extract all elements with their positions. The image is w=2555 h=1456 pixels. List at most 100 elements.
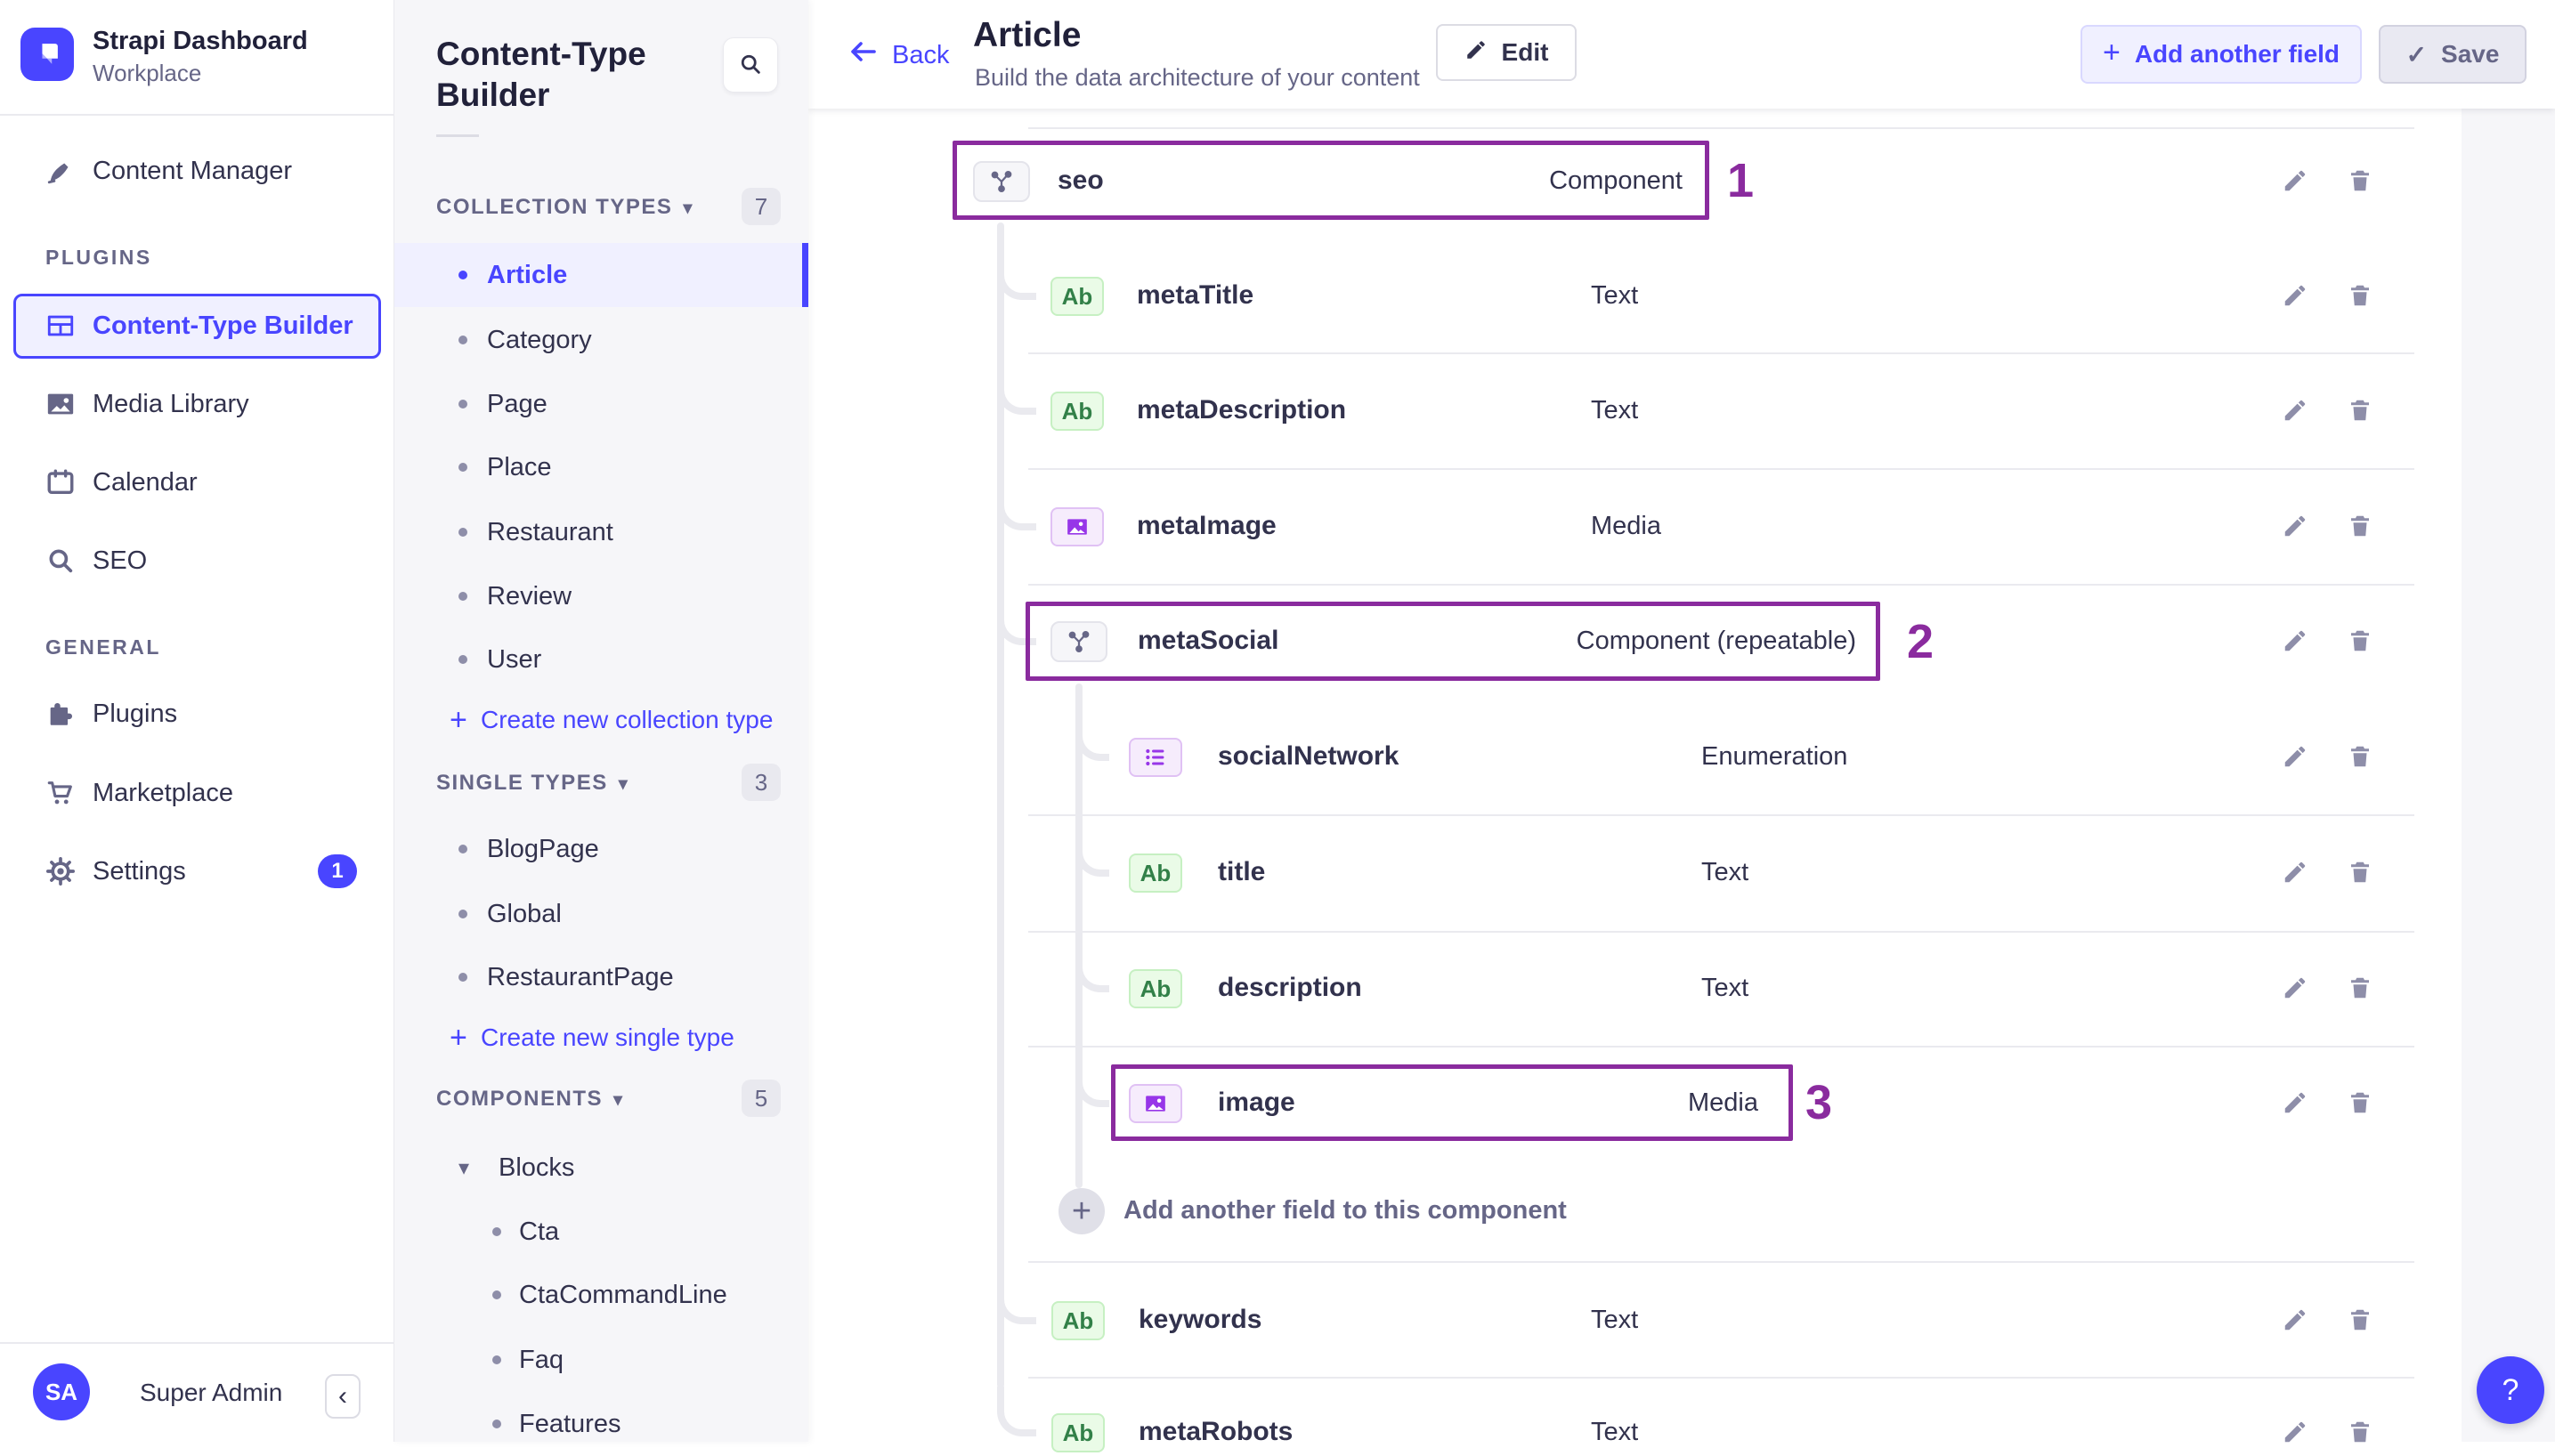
panel-item-restaurant[interactable]: Restaurant (394, 500, 808, 564)
bullet-icon (458, 973, 467, 982)
panel-title: Content-Type Builder (436, 36, 646, 113)
add-another-field-button[interactable]: + Add another field (2080, 25, 2362, 84)
edit-field-icon[interactable] (2282, 1089, 2308, 1116)
row-divider (1028, 1046, 2414, 1048)
collection-types-count: 7 (742, 188, 781, 225)
save-button[interactable]: ✓ Save (2379, 25, 2527, 84)
field-type: Text (1591, 1306, 1639, 1334)
panel-item-user[interactable]: User (394, 627, 808, 692)
panel-item-faq[interactable]: Faq (394, 1328, 808, 1392)
field-name: metaRobots (1139, 1417, 1294, 1446)
single-types-header[interactable]: SINGLE TYPES ▾ (436, 771, 629, 796)
content-type-builder-panel: Content-Type Builder COLLECTION TYPES ▾ 7… (394, 0, 808, 1442)
add-field-to-component-label[interactable]: Add another field to this component (1123, 1196, 1567, 1225)
bullet-icon (458, 592, 467, 601)
panel-item-article[interactable]: Article (394, 243, 808, 307)
sidebar-item-marketplace[interactable]: Marketplace (0, 761, 394, 825)
edit-field-icon[interactable] (2282, 282, 2308, 309)
panel-item-page[interactable]: Page (394, 372, 808, 436)
sidebar-item-content-type-builder[interactable]: Content-Type Builder (0, 294, 394, 358)
field-name: keywords (1139, 1305, 1262, 1334)
panel-item-ctacommandline[interactable]: CtaCommandLine (394, 1263, 808, 1327)
bullet-icon (458, 271, 467, 279)
tree-elbow (997, 1387, 1036, 1436)
edit-button[interactable]: Edit (1436, 24, 1577, 81)
edit-field-icon[interactable] (2282, 1306, 2308, 1333)
delete-field-icon[interactable] (2347, 282, 2373, 309)
sidebar-item-media-library[interactable]: Media Library (0, 372, 394, 436)
panel-group-blocks[interactable]: ▾ Blocks (394, 1136, 808, 1200)
add-field-to-component-button[interactable]: + (1058, 1188, 1105, 1234)
edit-field-icon[interactable] (2282, 975, 2308, 1001)
single-types-count: 3 (742, 764, 781, 801)
sidebar-item-content-manager[interactable]: Content Manager (0, 139, 394, 203)
panel-item-review[interactable]: Review (394, 564, 808, 628)
edit-field-icon[interactable] (2282, 859, 2308, 886)
sidebar-item-label: Content-Type Builder (93, 311, 353, 340)
plus-icon: + (1071, 1192, 1092, 1230)
text-field-icon: Ab (1050, 392, 1104, 431)
delete-field-icon[interactable] (2347, 859, 2373, 886)
edit-field-icon[interactable] (2282, 743, 2308, 770)
panel-item-cta[interactable]: Cta (394, 1200, 808, 1264)
panel-item-blogpage[interactable]: BlogPage (394, 817, 808, 881)
sidebar-item-plugins[interactable]: Plugins (0, 682, 394, 746)
page-title: Article (973, 16, 1082, 54)
sidebar-collapse-button[interactable]: ‹ (325, 1374, 361, 1419)
field-name: socialNetwork (1218, 741, 1399, 771)
edit-field-icon[interactable] (2282, 513, 2308, 539)
field-type: Component (1549, 166, 1683, 195)
components-header[interactable]: COMPONENTS ▾ (436, 1087, 624, 1112)
bullet-icon (458, 463, 467, 472)
delete-field-icon[interactable] (2347, 513, 2373, 539)
tree-trunk-metasocial (1075, 684, 1083, 1188)
panel-item-restaurantpage[interactable]: RestaurantPage (394, 945, 808, 1009)
text-field-icon: Ab (1129, 969, 1182, 1008)
help-button[interactable]: ? (2477, 1356, 2544, 1424)
bullet-icon (458, 336, 467, 344)
delete-field-icon[interactable] (2347, 975, 2373, 1001)
collection-types-header[interactable]: COLLECTION TYPES ▾ (436, 195, 694, 220)
panel-item-global[interactable]: Global (394, 882, 808, 946)
text-field-icon: Ab (1050, 277, 1104, 316)
row-divider (1028, 468, 2414, 470)
edit-field-icon[interactable] (2282, 397, 2308, 424)
field-name: seo (1058, 166, 1104, 195)
sidebar-item-label: Settings (93, 856, 186, 886)
panel-search-button[interactable] (723, 37, 778, 93)
user-name: Super Admin (140, 1379, 283, 1406)
edit-field-icon[interactable] (2282, 167, 2308, 194)
field-type: Text (1591, 1418, 1639, 1446)
delete-field-icon[interactable] (2347, 167, 2373, 194)
sidebar-item-calendar[interactable]: Calendar (0, 450, 394, 514)
media-field-icon (1129, 1084, 1182, 1123)
user-avatar[interactable]: SA (33, 1363, 90, 1420)
active-item-indicator (802, 243, 808, 307)
panel-item-place[interactable]: Place (394, 435, 808, 499)
delete-field-icon[interactable] (2347, 1306, 2373, 1333)
search-icon (738, 52, 763, 79)
back-link[interactable]: Back (848, 36, 949, 75)
delete-field-icon[interactable] (2347, 743, 2373, 770)
sidebar-item-label: SEO (93, 546, 148, 575)
create-single-type-link[interactable]: + Create new single type (394, 1009, 808, 1066)
delete-field-icon[interactable] (2347, 397, 2373, 424)
row-divider (1028, 814, 2414, 816)
sidebar-item-seo[interactable]: SEO (0, 529, 394, 593)
component-field-icon (973, 161, 1030, 202)
edit-field-icon[interactable] (2282, 627, 2308, 654)
delete-field-icon[interactable] (2347, 1089, 2373, 1116)
bullet-icon (458, 528, 467, 537)
delete-field-icon[interactable] (2347, 627, 2373, 654)
create-collection-type-link[interactable]: + Create new collection type (394, 692, 808, 748)
arrow-left-icon (848, 36, 880, 75)
panel-item-category[interactable]: Category (394, 308, 808, 372)
field-name: metaImage (1137, 511, 1277, 540)
bullet-icon (458, 910, 467, 918)
sidebar-footer-divider (0, 1342, 394, 1344)
media-library-icon (45, 389, 76, 419)
component-field-icon (1050, 621, 1107, 662)
panel-item-features[interactable]: Features (394, 1392, 808, 1456)
workspace-name: Workplace (93, 60, 202, 86)
page-header: Back Article Build the data architecture… (808, 0, 2555, 109)
